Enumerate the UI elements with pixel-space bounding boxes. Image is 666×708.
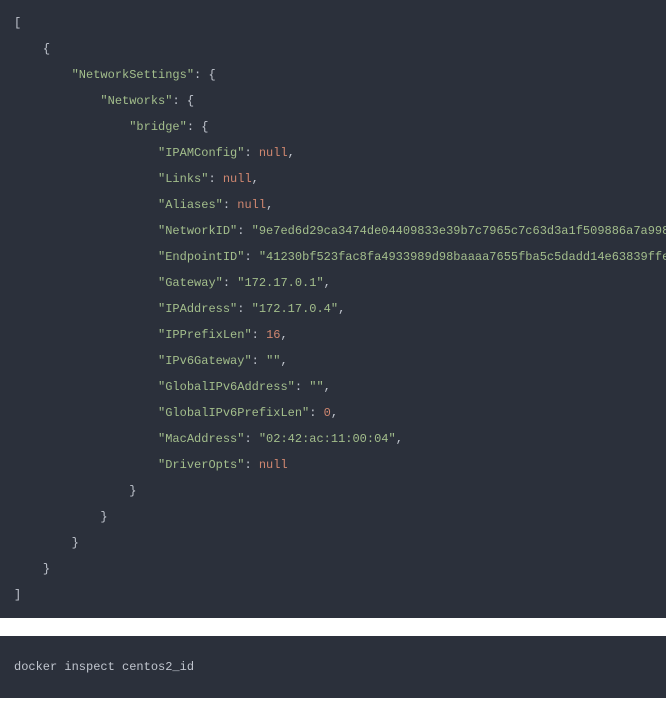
val-ipamconfig: null — [259, 146, 288, 160]
brace-close-1: } — [43, 562, 50, 576]
val-ipv6gateway: "" — [266, 354, 280, 368]
brace-close-2: } — [72, 536, 79, 550]
brace-close-4: } — [129, 484, 136, 498]
key-aliases: "Aliases" — [158, 198, 223, 212]
val-globalipv6prefixlen: 0 — [324, 406, 331, 420]
key-ipamconfig: "IPAMConfig" — [158, 146, 244, 160]
val-ipprefixlen: 16 — [266, 328, 280, 342]
brace-open-4: { — [201, 120, 208, 134]
json-output-block: [ { "NetworkSettings": { "Networks": { "… — [0, 0, 666, 618]
key-bridge: "bridge" — [129, 120, 187, 134]
val-links: null — [223, 172, 252, 186]
key-networkid: "NetworkID" — [158, 224, 237, 238]
val-macaddress: "02:42:ac:11:00:04" — [259, 432, 396, 446]
key-macaddress: "MacAddress" — [158, 432, 244, 446]
key-gateway: "Gateway" — [158, 276, 223, 290]
key-globalipv6prefixlen: "GlobalIPv6PrefixLen" — [158, 406, 309, 420]
bracket-close: ] — [14, 588, 21, 602]
key-globalipv6address: "GlobalIPv6Address" — [158, 380, 295, 394]
brace-open-1: { — [43, 42, 50, 56]
key-ipaddress: "IPAddress" — [158, 302, 237, 316]
key-networksettings: "NetworkSettings" — [72, 68, 194, 82]
val-globalipv6address: "" — [309, 380, 323, 394]
val-aliases: null — [237, 198, 266, 212]
json-output-pre: [ { "NetworkSettings": { "Networks": { "… — [14, 10, 652, 608]
val-gateway: "172.17.0.1" — [237, 276, 323, 290]
brace-open-3: { — [187, 94, 194, 108]
bracket-open: [ — [14, 16, 21, 30]
val-ipaddress: "172.17.0.4" — [252, 302, 338, 316]
key-driveropts: "DriverOpts" — [158, 458, 244, 472]
val-driveropts: null — [259, 458, 288, 472]
command-block: docker inspect centos2_id — [0, 636, 666, 698]
key-ipprefixlen: "IPPrefixLen" — [158, 328, 252, 342]
brace-open-2: { — [208, 68, 215, 82]
val-networkid: "9e7ed6d29ca3474de04409833e39b7c7965c7c6… — [252, 224, 666, 238]
key-endpointid: "EndpointID" — [158, 250, 244, 264]
key-links: "Links" — [158, 172, 208, 186]
key-networks: "Networks" — [100, 94, 172, 108]
val-endpointid: "41230bf523fac8fa4933989d98baaaa7655fba5… — [259, 250, 666, 264]
key-ipv6gateway: "IPv6Gateway" — [158, 354, 252, 368]
command-text: docker inspect centos2_id — [14, 654, 652, 680]
brace-close-3: } — [100, 510, 107, 524]
